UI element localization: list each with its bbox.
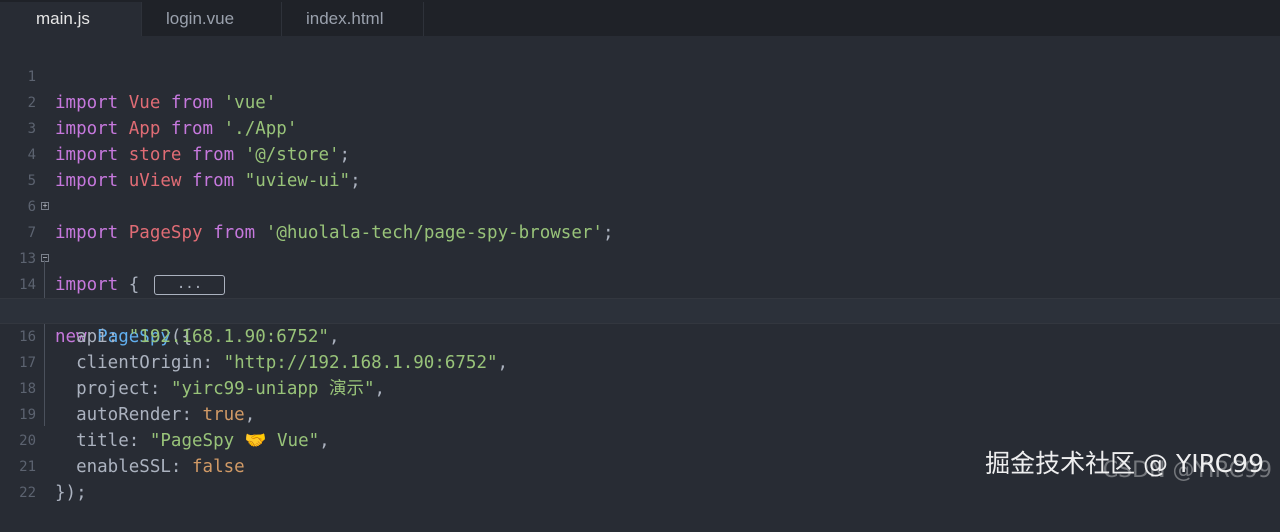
line-number: 22 xyxy=(19,485,36,501)
code-line: 7 + import { ... xyxy=(0,194,1280,295)
code-line: 5 xyxy=(0,142,1280,189)
code-line: 6 import PageSpy from '@huolala-tech/pag… xyxy=(0,168,1280,243)
collapse-fold-icon[interactable]: − xyxy=(41,254,49,262)
code-line: 19 title: "PageSpy 🤝 Vue", xyxy=(0,376,1280,451)
code-line: 4 import uView from "uview-ui"; xyxy=(0,116,1280,191)
code-line: 1 import Vue from 'vue' xyxy=(0,38,1280,113)
editor-tab-bar: main.js login.vue index.html xyxy=(0,0,1280,36)
tab-index-html[interactable]: index.html xyxy=(282,2,424,36)
code-line: 18 autoRender: true, xyxy=(0,350,1280,425)
code-line: 14 − new PageSpy({ xyxy=(0,246,1280,348)
code-line: 3 import store from '@/store'; xyxy=(0,90,1280,165)
code-editor[interactable]: 1 import Vue from 'vue' 2 import App fro… xyxy=(0,36,1280,503)
current-code-line: 16 clientOrigin: "http://192.168.1.90:67… xyxy=(0,298,1280,373)
tab-login-vue[interactable]: login.vue xyxy=(142,2,282,36)
code-line: 15 api: "192.168.1.90:6752", xyxy=(0,272,1280,347)
code-line: 2 import App from './App' xyxy=(0,64,1280,139)
tab-main-js[interactable]: main.js xyxy=(0,2,142,36)
code-line: 13 xyxy=(0,220,1280,267)
juejin-watermark: 掘金技术社区 @ YIRC99 xyxy=(985,449,1264,478)
code-line: 17 project: "yirc99-uniapp 演示", xyxy=(0,324,1280,399)
expand-fold-icon[interactable]: + xyxy=(41,202,49,210)
code-line: 20 enableSSL: false xyxy=(0,402,1280,477)
